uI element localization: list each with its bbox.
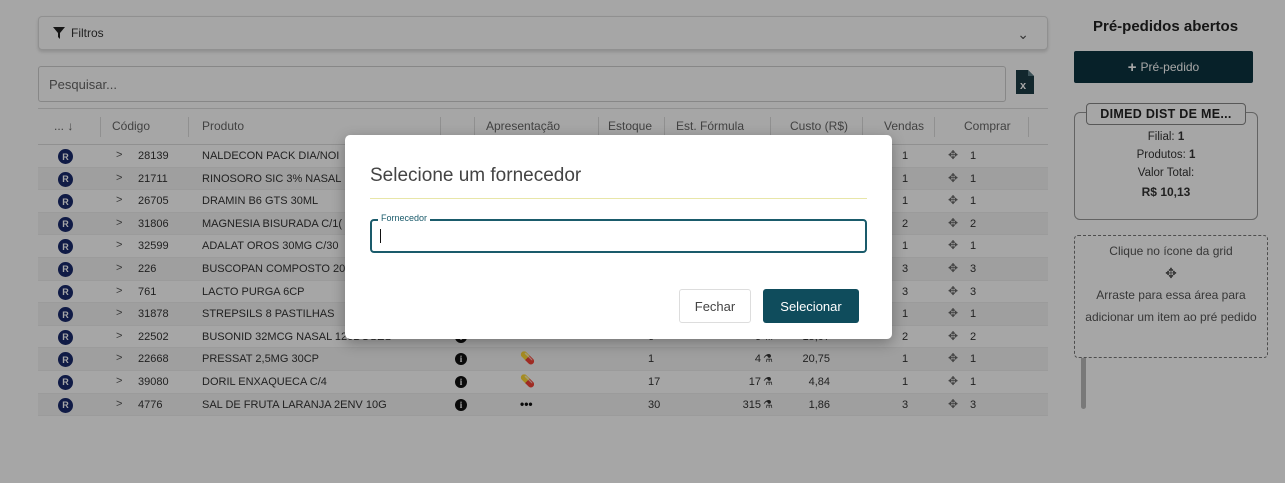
- modal-title: Selecione um fornecedor: [370, 165, 582, 186]
- close-button[interactable]: Fechar: [679, 289, 751, 323]
- page: Filtros ⌄ Pesquisar... x ... ↓ Código Pr…: [0, 0, 1285, 483]
- divider: [370, 198, 867, 199]
- supplier-field-label: Fornecedor: [378, 213, 431, 223]
- supplier-modal: Selecione um fornecedor Fornecedor Fecha…: [345, 135, 892, 339]
- text-caret: [380, 229, 381, 243]
- supplier-field[interactable]: Fornecedor: [370, 213, 867, 253]
- select-button[interactable]: Selecionar: [763, 289, 859, 323]
